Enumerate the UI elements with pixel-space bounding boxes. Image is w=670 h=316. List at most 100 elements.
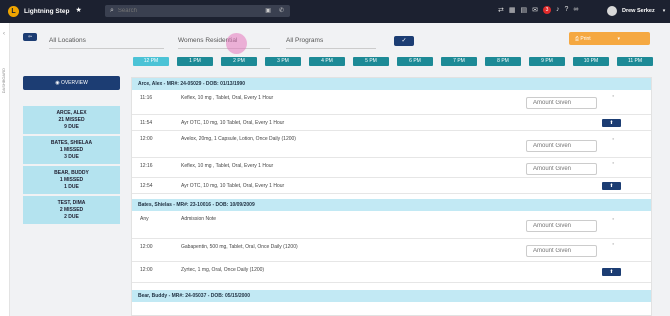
status-dot: ● — [612, 216, 615, 221]
side-rail-label: DASHBOARD — [1, 68, 6, 94]
location-filter[interactable]: All Locations — [49, 37, 164, 49]
patient-due: 1 DUE — [64, 184, 79, 190]
avatar — [607, 6, 617, 16]
medication-panel: Arce, Alex - MR#: 24-05029 - DOB: 01/13/… — [131, 77, 652, 316]
upload-button[interactable]: ⬆ — [602, 182, 621, 190]
logo-letter: L — [11, 8, 16, 15]
time-slot[interactable]: 6 PM — [397, 57, 433, 66]
patient-card[interactable]: TEST, DIMA 2 MISSED 2 DUE — [23, 196, 120, 224]
side-rail: ‹ DASHBOARD — [0, 23, 10, 316]
med-time: 12:54 — [140, 183, 153, 189]
chevron-down-icon: ▾ — [617, 35, 620, 42]
amount-given-input[interactable] — [526, 163, 597, 175]
time-slot[interactable]: 11 PM — [617, 57, 653, 66]
time-slot[interactable]: 4 PM — [309, 57, 345, 66]
time-bar: 12 PM 1 PM 2 PM 3 PM 4 PM 5 PM 6 PM 7 PM… — [133, 57, 653, 66]
med-desc: Admission Note — [181, 216, 217, 222]
amount-given-input[interactable] — [526, 220, 597, 232]
search-box: ⌕ ▣ ✆ — [105, 5, 290, 17]
brand-name: Lightning Step — [24, 8, 70, 15]
patient-card[interactable]: BEAR, BUDDY 1 MISSED 1 DUE — [23, 166, 120, 194]
patient-card[interactable]: ARCE, ALEX 21 MISSED 9 DUE — [23, 106, 120, 134]
eye-icon: ◉ — [55, 80, 60, 86]
med-desc: Gabapentin, 500 mg, Tablet, Oral, Once D… — [181, 244, 298, 250]
cursor-highlight — [226, 33, 247, 54]
patient-header: Bear, Buddy - MR#: 24-05037 - DOB: 05/15… — [132, 290, 651, 302]
upload-button[interactable]: ⬆ — [602, 268, 621, 276]
patient-missed: 1 MISSED — [59, 177, 84, 183]
patient-missed: 21 MISSED — [58, 117, 85, 123]
time-slot[interactable]: 5 PM — [353, 57, 389, 66]
med-time: 11:16 — [140, 95, 153, 101]
time-slot[interactable]: 9 PM — [529, 57, 565, 66]
star-icon[interactable]: ★ — [76, 6, 82, 14]
med-row: Any Admission Note ● — [132, 211, 651, 239]
programs-filter[interactable]: All Programs — [286, 37, 376, 49]
apply-filter-button[interactable]: ✓ — [394, 36, 414, 46]
patient-missed: 1 MISSED — [59, 147, 84, 153]
patient-due: 2 DUE — [64, 214, 79, 220]
search-input[interactable] — [117, 8, 258, 14]
patient-name: BEAR, BUDDY — [54, 170, 89, 176]
med-time: Any — [140, 216, 149, 222]
med-time: 11:54 — [140, 120, 153, 126]
print-icon: ⎙ — [575, 35, 580, 42]
top-bar: L Lightning Step ★ ⌕ ▣✆ ⇄ ▦ ▤ ✉ 3 ♪ ? ∞ … — [0, 0, 670, 23]
program-type-filter[interactable]: Womens Residential — [178, 37, 270, 49]
patient-header: Bates, Shielas - MR#: 23-10016 - DOB: 10… — [132, 199, 651, 211]
status-dot: ● — [612, 241, 615, 246]
status-dot: ● — [612, 93, 615, 98]
time-slot[interactable]: 2 PM — [221, 57, 257, 66]
print-label: Print — [580, 35, 591, 42]
med-row: 12:54 Ayr OTC, 10 mg, 10 Tablet, Oral, E… — [132, 178, 651, 194]
patient-name: ARCE, ALEX — [56, 110, 87, 116]
med-time: 12:00 — [140, 136, 153, 142]
patient-missed: 2 MISSED — [59, 207, 84, 213]
amount-given-input[interactable] — [526, 97, 597, 109]
link-icon[interactable]: ∞ — [573, 6, 578, 14]
upload-button[interactable]: ⬆ — [602, 119, 621, 127]
chat-icon[interactable]: ✉ — [532, 6, 538, 14]
bell-icon[interactable]: ♪ — [556, 6, 560, 14]
time-slot[interactable]: 10 PM — [573, 57, 609, 66]
time-slot[interactable]: 7 PM — [441, 57, 477, 66]
med-time: 12:00 — [140, 267, 153, 273]
time-slot[interactable]: 8 PM — [485, 57, 521, 66]
user-menu[interactable]: Drew Serkez ▾ — [607, 6, 665, 16]
med-row: 12:00 Gabapentin, 500 mg, Tablet, Oral, … — [132, 239, 651, 262]
patient-card[interactable]: BATES, SHIELAA 1 MISSED 3 DUE — [23, 136, 120, 164]
notification-badge[interactable]: 3 — [543, 6, 551, 14]
med-desc: Ayr OTC, 10 mg, 10 Tablet, Oral, Every 1… — [181, 183, 285, 189]
user-name: Drew Serkez — [622, 8, 655, 14]
overview-label: OVERVIEW — [60, 80, 88, 86]
patient-name: TEST, DIMA — [57, 200, 86, 206]
time-slot[interactable]: 12 PM — [133, 57, 169, 66]
calendar-icon[interactable]: ▦ — [509, 6, 516, 14]
med-row: 11:16 Keflex, 10 mg , Tablet, Oral, Ever… — [132, 90, 651, 115]
scan-icon[interactable]: ▣ — [265, 7, 271, 14]
chevron-left-icon[interactable]: ‹ — [3, 31, 5, 37]
status-dot: ● — [612, 136, 615, 141]
time-slot[interactable]: 1 PM — [177, 57, 213, 66]
med-row: 12:00 Avelox, 20mg, 1 Capsule, Lotion, O… — [132, 131, 651, 158]
search-icon: ⌕ — [110, 7, 114, 14]
back-button[interactable]: ⇦ — [23, 33, 37, 41]
patient-name: BATES, SHIELAA — [50, 140, 93, 146]
chevron-down-icon: ▾ — [662, 8, 666, 14]
swap-icon[interactable]: ⇄ — [498, 6, 504, 14]
app-logo[interactable]: L — [8, 6, 19, 17]
med-time: 12:16 — [140, 163, 153, 169]
patient-due: 3 DUE — [64, 154, 79, 160]
print-button[interactable]: ⎙ Print ▾ — [569, 32, 650, 45]
amount-given-input[interactable] — [526, 245, 597, 257]
med-row: 11:54 Ayr OTC, 10 mg, 10 Tablet, Oral, E… — [132, 115, 651, 131]
help-icon[interactable]: ? — [565, 6, 569, 14]
amount-given-input[interactable] — [526, 140, 597, 152]
phone-icon[interactable]: ✆ — [279, 7, 284, 14]
grid-icon[interactable]: ▤ — [521, 6, 528, 14]
med-desc: Keflex, 10 mg , Tablet, Oral, Every 1 Ho… — [181, 95, 274, 101]
med-time: 12:00 — [140, 244, 153, 250]
patient-list: ARCE, ALEX 21 MISSED 9 DUE BATES, SHIELA… — [23, 106, 120, 226]
overview-button[interactable]: ◉ OVERVIEW — [23, 76, 120, 90]
time-slot[interactable]: 3 PM — [265, 57, 301, 66]
